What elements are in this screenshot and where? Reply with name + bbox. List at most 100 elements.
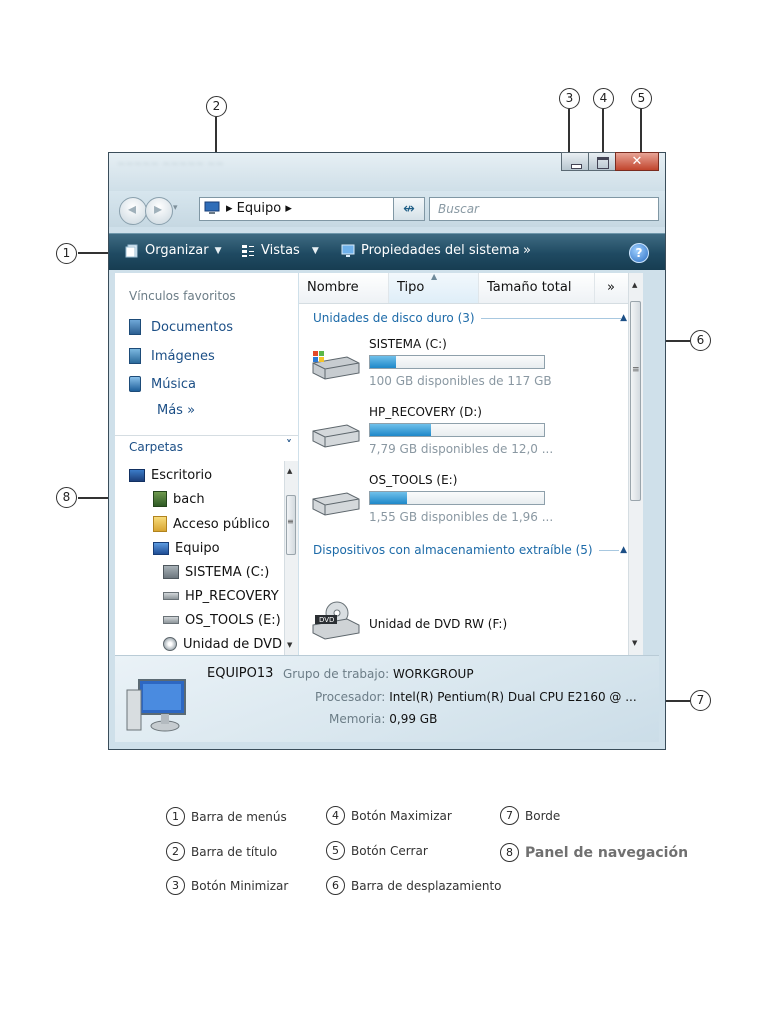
back-button[interactable]: ◂ bbox=[119, 197, 147, 225]
collapse-removable-icon[interactable]: ▲ bbox=[620, 545, 627, 555]
close-button[interactable]: ✕ bbox=[615, 152, 659, 171]
dvd-drive-name: Unidad de DVD RW (F:) bbox=[369, 617, 508, 631]
tree-item-dvd[interactable]: Unidad de DVD bbox=[163, 634, 282, 654]
legend-item-7: 7 Borde bbox=[500, 806, 560, 825]
drive-usage-bar bbox=[369, 491, 545, 505]
tree-item-user[interactable]: bach bbox=[153, 489, 205, 509]
drive-free-space: 1,55 GB disponibles de 1,96 ... bbox=[369, 510, 554, 524]
organize-menu[interactable]: Organizar ▼ bbox=[125, 243, 221, 258]
folders-title: Carpetas bbox=[129, 440, 183, 454]
scroll-down-icon[interactable]: ▼ bbox=[632, 639, 637, 647]
group-removable[interactable]: Dispositivos con almacenamiento extraíbl… bbox=[313, 543, 629, 557]
group-hard-disks[interactable]: Unidades de disco duro (3) bbox=[313, 311, 629, 325]
scroll-up-icon[interactable]: ▲ bbox=[632, 281, 637, 289]
callout-8: 8 bbox=[56, 487, 77, 508]
navigation-pane: Vínculos favoritos Documentos Imágenes M… bbox=[115, 273, 298, 655]
dvd-drive-row[interactable]: DVD Unidad de DVD RW (F:) bbox=[311, 599, 631, 655]
favorite-documents[interactable]: Documentos bbox=[129, 317, 233, 337]
column-header: Nombre Tipo ▲ Tamaño total » bbox=[299, 272, 643, 304]
workgroup-row: Grupo de trabajo: WORKGROUP bbox=[283, 667, 474, 681]
search-input[interactable]: Buscar bbox=[429, 197, 659, 221]
tree-item-desktop[interactable]: Escritorio bbox=[129, 465, 212, 485]
pictures-icon bbox=[129, 348, 141, 364]
svg-text:DVD: DVD bbox=[319, 616, 334, 624]
column-name[interactable]: Nombre bbox=[299, 273, 389, 303]
refresh-button[interactable]: ↮ bbox=[393, 197, 425, 221]
views-menu[interactable]: Vistas ▼ bbox=[241, 243, 319, 258]
drive-usage-bar bbox=[369, 423, 545, 437]
help-button[interactable]: ? bbox=[629, 243, 649, 263]
favorite-pictures[interactable]: Imágenes bbox=[129, 346, 215, 366]
computer-large-icon bbox=[126, 679, 186, 732]
folders-header[interactable]: Carpetas ˅ bbox=[115, 435, 298, 460]
minimize-button[interactable] bbox=[561, 152, 589, 171]
window-controls: ✕ bbox=[561, 152, 659, 171]
maximize-button[interactable] bbox=[588, 152, 616, 171]
computer-icon bbox=[204, 201, 220, 214]
forward-arrow-icon: ▸ bbox=[154, 199, 163, 218]
legend-item-2: 2 Barra de título bbox=[166, 842, 277, 861]
views-icon bbox=[242, 244, 254, 257]
callout-4: 4 bbox=[593, 88, 614, 109]
favorite-music[interactable]: Música bbox=[129, 374, 196, 394]
title-blur-text: ~~~~~ ~~~~~ ~~ bbox=[117, 159, 224, 170]
minimize-icon bbox=[571, 164, 582, 169]
collapse-hard-disks-icon[interactable]: ▲ bbox=[620, 313, 627, 323]
content-scrollbar[interactable]: ▲ ≡ ▼ bbox=[628, 273, 643, 655]
tree-item-computer[interactable]: Equipo bbox=[153, 538, 220, 558]
scroll-up-icon[interactable]: ▲ bbox=[287, 467, 292, 475]
drive-row-c[interactable]: SISTEMA (C:) 100 GB disponibles de 117 G… bbox=[311, 337, 631, 403]
system-properties-icon bbox=[341, 244, 355, 257]
sort-ascending-icon: ▲ bbox=[431, 272, 438, 281]
legend-item-5: 5 Botón Cerrar bbox=[326, 841, 428, 860]
explorer-window: ~~~~~ ~~~~~ ~~ ✕ ◂ ▸ ▾ ▸ Equipo ▸ ▼ ↮ Bu… bbox=[108, 152, 666, 750]
callout-5: 5 bbox=[631, 88, 652, 109]
drive-row-e[interactable]: OS_TOOLS (E:) 1,55 GB disponibles de 1,9… bbox=[311, 473, 631, 539]
dvd-icon bbox=[163, 637, 177, 651]
column-total-size[interactable]: Tamaño total bbox=[479, 273, 595, 303]
legend-item-1: 1 Barra de menús bbox=[166, 807, 287, 826]
system-drive-icon bbox=[312, 351, 360, 380]
folder-tree-scrollbar[interactable]: ▲ ≡ ▼ bbox=[284, 461, 298, 655]
legend-item-4: 4 Botón Maximizar bbox=[326, 806, 452, 825]
tree-item-drive-c[interactable]: SISTEMA (C:) bbox=[163, 562, 269, 582]
scroll-grip-icon: ≡ bbox=[287, 517, 294, 526]
tree-item-drive-e[interactable]: OS_TOOLS (E:) bbox=[163, 610, 281, 630]
legend-item-8: 8 Panel de navegación bbox=[500, 843, 688, 862]
drive-usage-fill bbox=[370, 356, 397, 368]
drive-usage-fill bbox=[370, 492, 407, 504]
documents-icon bbox=[129, 319, 141, 335]
more-columns-button[interactable]: » bbox=[595, 273, 629, 303]
drive-free-space: 7,79 GB disponibles de 12,0 ... bbox=[369, 442, 554, 456]
scroll-thumb[interactable] bbox=[630, 301, 641, 501]
search-placeholder: Buscar bbox=[438, 202, 479, 216]
system-properties-button[interactable]: Propiedades del sistema bbox=[341, 243, 520, 258]
drive-usage-fill bbox=[370, 424, 431, 436]
more-favorites-link[interactable]: Más » bbox=[157, 403, 195, 418]
drive-row-d[interactable]: HP_RECOVERY (D:) 7,79 GB disponibles de … bbox=[311, 405, 631, 471]
processor-row: Procesador: Intel(R) Pentium(R) Dual CPU… bbox=[315, 690, 637, 704]
back-arrow-icon: ◂ bbox=[128, 199, 137, 218]
recent-pages-dropdown[interactable]: ▾ bbox=[173, 203, 178, 213]
title-bar[interactable]: ~~~~~ ~~~~~ ~~ ✕ bbox=[109, 152, 665, 191]
drive-icon bbox=[312, 424, 360, 448]
tree-item-public[interactable]: Acceso público bbox=[153, 514, 270, 534]
callout-7: 7 bbox=[690, 690, 711, 711]
details-pane: EQUIPO13 Grupo de trabajo: WORKGROUP Pro… bbox=[115, 655, 659, 742]
address-path: ▸ Equipo ▸ bbox=[226, 201, 292, 216]
drive-icon bbox=[163, 592, 179, 600]
callout-6: 6 bbox=[690, 330, 711, 351]
tree-item-drive-d[interactable]: HP_RECOVERY bbox=[163, 586, 279, 606]
scroll-down-icon[interactable]: ▼ bbox=[287, 641, 292, 649]
forward-button[interactable]: ▸ bbox=[145, 197, 173, 225]
drive-name: OS_TOOLS (E:) bbox=[369, 473, 458, 487]
address-bar[interactable]: ▸ Equipo ▸ ▼ bbox=[199, 197, 425, 221]
legend-item-3: 3 Botón Minimizar bbox=[166, 876, 288, 895]
system-drive-icon bbox=[163, 565, 179, 579]
memory-row: Memoria: 0,99 GB bbox=[329, 712, 438, 726]
close-icon: ✕ bbox=[631, 154, 643, 169]
dvd-drive-icon: DVD bbox=[312, 601, 360, 640]
legend-item-6: 6 Barra de desplazamiento bbox=[326, 876, 502, 895]
more-toolbar-button[interactable]: » bbox=[523, 243, 531, 258]
address-row: ◂ ▸ ▾ ▸ Equipo ▸ ▼ ↮ Buscar bbox=[109, 191, 665, 227]
